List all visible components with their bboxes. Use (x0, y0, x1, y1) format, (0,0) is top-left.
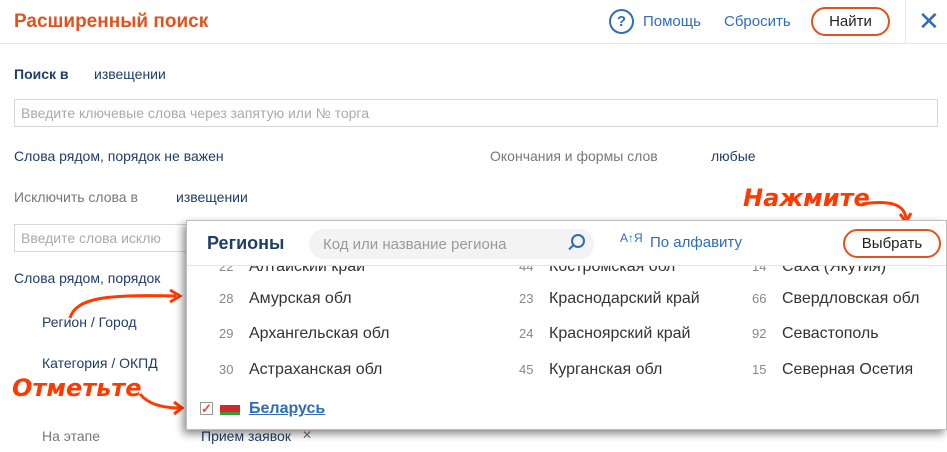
annotation-arrow-to-list (68, 288, 183, 319)
help-icon[interactable]: ? (609, 9, 634, 34)
region-code: 29 (219, 326, 234, 341)
region-item[interactable]: 23 Краснодарский край (519, 290, 700, 308)
annotation-arrow-to-checkbox (138, 392, 185, 416)
region-name: Курганская обл (549, 361, 663, 378)
region-item[interactable]: 30 Астраханская обл (219, 361, 382, 379)
annotation-press: Нажмите (743, 184, 870, 212)
header-bar: Расширенный поиск ? Помощь Сбросить Найт… (0, 0, 947, 44)
search-icon[interactable] (571, 234, 585, 248)
region-code: 15 (752, 362, 767, 377)
stage-value: Прием заявок (201, 428, 291, 444)
exclude-value[interactable]: извещении (176, 189, 248, 205)
regions-popup-header: Регионы А↑Я По алфавиту Выбрать (187, 221, 946, 266)
close-icon: ✕ (918, 6, 940, 36)
regions-popup: Регионы А↑Я По алфавиту Выбрать 22 Алтайс… (186, 220, 947, 430)
choose-button[interactable]: Выбрать (843, 229, 941, 258)
search-in-value[interactable]: извещении (94, 66, 166, 82)
region-item-clipped[interactable]: 22 Алтайский край (219, 266, 365, 276)
stage-remove-icon[interactable]: ✕ (302, 428, 312, 442)
sort-alpha-icon[interactable]: А↑Я (620, 232, 643, 244)
help-link[interactable]: Помощь (643, 13, 701, 30)
search-in-label: Поиск в (14, 66, 69, 82)
region-code: 28 (219, 291, 234, 306)
region-item[interactable]: 28 Амурская обл (219, 290, 352, 308)
region-name: Астраханская обл (249, 361, 383, 378)
region-item[interactable]: 66 Свердловская обл (752, 290, 919, 308)
reset-link[interactable]: Сбросить (724, 13, 791, 30)
region-name: Костромская обл (549, 266, 676, 275)
region-code: 44 (519, 266, 534, 274)
region-code: 23 (519, 291, 534, 306)
region-name: Амурская обл (249, 290, 352, 307)
annotation-mark: Отметьте (12, 374, 142, 402)
endings-value[interactable]: любые (711, 148, 756, 164)
endings-label: Окончания и формы слов (490, 148, 658, 164)
words-near-toggle-2[interactable]: Слова рядом, порядок (14, 270, 160, 286)
region-code: 92 (752, 326, 767, 341)
region-code: 30 (219, 362, 234, 377)
region-item-clipped[interactable]: 44 Костромская обл (519, 266, 675, 276)
keywords-input[interactable] (14, 99, 938, 127)
region-name: Свердловская обл (782, 290, 920, 307)
exclude-label: Исключить слова в (14, 189, 138, 205)
belarus-checkbox[interactable]: ✓ (200, 402, 213, 415)
region-item-clipped[interactable]: 14 Саха (Якутия) (752, 266, 886, 276)
sort-alphabetical-link[interactable]: По алфавиту (650, 234, 742, 251)
region-code: 14 (752, 266, 767, 274)
exclude-input[interactable] (14, 224, 214, 252)
region-code: 24 (519, 326, 534, 341)
region-name: Севастополь (782, 325, 879, 342)
region-name: Краснодарский край (549, 290, 700, 307)
region-name: Саха (Якутия) (782, 266, 887, 275)
region-item[interactable]: 24 Красноярский край (519, 325, 690, 343)
page-title: Расширенный поиск (14, 11, 209, 32)
belarus-link[interactable]: Беларусь (249, 400, 325, 418)
stage-label: На этапе (42, 428, 101, 444)
region-name: Архангельская обл (249, 325, 390, 342)
regions-popup-title: Регионы (207, 233, 285, 253)
belarus-flag-icon (220, 405, 240, 415)
region-item[interactable]: 45 Курганская обл (519, 361, 662, 379)
region-name: Алтайский край (249, 266, 366, 275)
words-near-toggle[interactable]: Слова рядом, порядок не важен (14, 148, 224, 164)
region-name: Красноярский край (549, 325, 691, 342)
region-search-input[interactable] (309, 229, 594, 259)
region-item[interactable]: 15 Северная Осетия (752, 361, 913, 379)
category-field-label[interactable]: Категория / ОКПД (42, 355, 158, 371)
find-button[interactable]: Найти (811, 7, 890, 36)
region-code: 45 (519, 362, 534, 377)
region-code: 66 (752, 291, 767, 306)
region-code: 22 (219, 266, 234, 274)
region-item[interactable]: 29 Архангельская обл (219, 325, 390, 343)
close-button[interactable]: ✕ (905, 0, 947, 44)
region-item[interactable]: 92 Севастополь (752, 325, 879, 343)
region-name: Северная Осетия (782, 361, 914, 378)
